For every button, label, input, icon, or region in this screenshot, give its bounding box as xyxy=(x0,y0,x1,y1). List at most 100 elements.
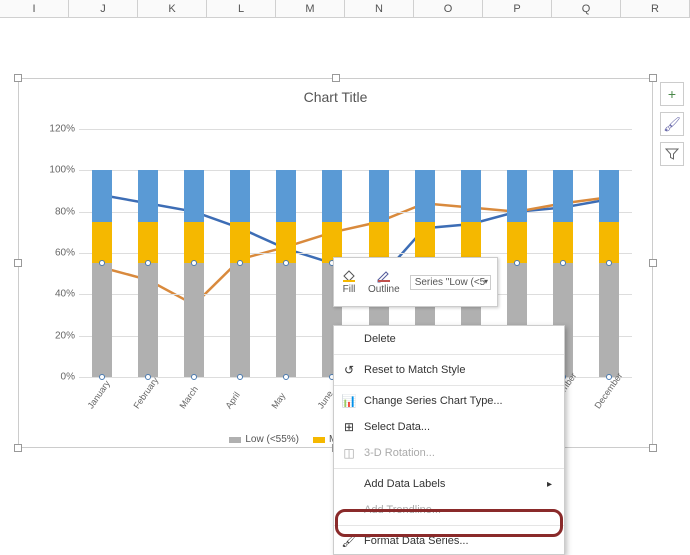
ctx-label: Format Data Series... xyxy=(364,535,469,547)
paint-bucket-icon xyxy=(340,269,358,283)
bar-segment[interactable] xyxy=(230,222,250,263)
ctx-label: Add Data Labels xyxy=(364,478,445,490)
bar-segment[interactable] xyxy=(230,263,250,377)
col-header[interactable]: N xyxy=(345,0,414,18)
bar-segment[interactable] xyxy=(553,170,573,222)
bar-group[interactable] xyxy=(184,129,204,377)
funnel-icon xyxy=(665,147,679,161)
context-menu: Delete ↺ Reset to Match Style 📊 Change Ser… xyxy=(333,325,565,555)
y-tick-label: 120% xyxy=(37,124,75,135)
bar-group[interactable] xyxy=(599,129,619,377)
plus-icon: + xyxy=(668,86,676,102)
chart-filters-button[interactable] xyxy=(660,142,684,166)
resize-handle[interactable] xyxy=(649,444,657,452)
col-header[interactable]: O xyxy=(414,0,483,18)
chart-title[interactable]: Chart Title xyxy=(19,89,652,105)
chart-side-buttons: + 🖌 xyxy=(660,82,684,166)
brush-icon: 🖌 xyxy=(663,116,681,133)
reset-icon: ↺ xyxy=(340,363,358,377)
bar-segment[interactable] xyxy=(92,170,112,222)
bar-segment[interactable] xyxy=(184,170,204,222)
bar-group[interactable] xyxy=(138,129,158,377)
series-selection-marker xyxy=(283,374,289,380)
bar-segment[interactable] xyxy=(138,170,158,222)
x-tick-label: January xyxy=(85,388,129,427)
bar-segment[interactable] xyxy=(507,222,527,263)
ctx-label: 3-D Rotation... xyxy=(364,447,435,459)
ctx-select-data[interactable]: ⊞ Select Data... xyxy=(334,414,564,440)
y-tick-label: 0% xyxy=(37,372,75,383)
bar-segment[interactable] xyxy=(276,222,296,263)
col-header[interactable]: R xyxy=(621,0,690,18)
ctx-format-data-series[interactable]: 🖌 Format Data Series... xyxy=(334,528,564,554)
column-headers: I J K L M N O P Q R xyxy=(0,0,690,18)
y-tick-label: 40% xyxy=(37,289,75,300)
ctx-reset-style[interactable]: ↺ Reset to Match Style xyxy=(334,357,564,383)
bar-segment[interactable] xyxy=(415,170,435,222)
resize-handle[interactable] xyxy=(649,259,657,267)
legend-item-low[interactable]: Low (<55%) xyxy=(229,434,299,445)
separator xyxy=(334,385,564,386)
col-header[interactable]: M xyxy=(276,0,345,18)
chart-elements-button[interactable]: + xyxy=(660,82,684,106)
bar-segment[interactable] xyxy=(276,263,296,377)
col-header[interactable]: K xyxy=(138,0,207,18)
chart-styles-button[interactable]: 🖌 xyxy=(660,112,684,136)
resize-handle[interactable] xyxy=(14,74,22,82)
ctx-label: Add Trendline... xyxy=(364,504,441,516)
ctx-change-chart-type[interactable]: 📊 Change Series Chart Type... xyxy=(334,388,564,414)
separator xyxy=(334,354,564,355)
bar-segment[interactable] xyxy=(461,170,481,222)
bar-segment[interactable] xyxy=(369,170,389,222)
resize-handle[interactable] xyxy=(14,259,22,267)
bar-segment[interactable] xyxy=(230,170,250,222)
series-selector-dropdown[interactable]: Series "Low (<5 xyxy=(410,275,491,290)
bar-segment[interactable] xyxy=(92,263,112,377)
bar-segment[interactable] xyxy=(184,263,204,377)
bar-group[interactable] xyxy=(276,129,296,377)
col-header[interactable]: J xyxy=(69,0,138,18)
col-header[interactable]: L xyxy=(207,0,276,18)
bar-segment[interactable] xyxy=(599,222,619,263)
resize-handle[interactable] xyxy=(14,444,22,452)
bar-segment[interactable] xyxy=(276,170,296,222)
resize-handle[interactable] xyxy=(649,74,657,82)
fill-button[interactable]: Fill xyxy=(340,269,358,295)
col-header[interactable]: P xyxy=(483,0,552,18)
bar-segment[interactable] xyxy=(138,222,158,263)
y-tick-label: 20% xyxy=(37,330,75,341)
bar-segment[interactable] xyxy=(599,263,619,377)
bar-group[interactable] xyxy=(92,129,112,377)
chart-type-icon: 📊 xyxy=(340,394,358,408)
ctx-delete[interactable]: Delete xyxy=(334,326,564,352)
ctx-add-data-labels[interactable]: Add Data Labels ▸ xyxy=(334,471,564,497)
resize-handle[interactable] xyxy=(332,74,340,82)
submenu-arrow-icon: ▸ xyxy=(547,479,552,490)
col-header[interactable]: Q xyxy=(552,0,621,18)
ctx-label: Select Data... xyxy=(364,421,430,433)
outline-label: Outline xyxy=(368,284,400,295)
fill-label: Fill xyxy=(343,284,356,295)
bar-segment[interactable] xyxy=(322,170,342,222)
ctx-label: Reset to Match Style xyxy=(364,364,466,376)
ctx-3d-rotation: ◫ 3-D Rotation... xyxy=(334,440,564,466)
col-header[interactable]: I xyxy=(0,0,69,18)
bar-segment[interactable] xyxy=(184,222,204,263)
format-icon: 🖌 xyxy=(340,534,358,548)
outline-button[interactable]: Outline xyxy=(368,269,400,295)
bar-segment[interactable] xyxy=(92,222,112,263)
ctx-add-trendline: Add Trendline... xyxy=(334,497,564,523)
y-tick-label: 60% xyxy=(37,248,75,259)
series-selection-marker xyxy=(191,374,197,380)
y-tick-label: 80% xyxy=(37,206,75,217)
cube-icon: ◫ xyxy=(340,446,358,460)
bar-segment[interactable] xyxy=(507,170,527,222)
bar-group[interactable] xyxy=(230,129,250,377)
bar-segment[interactable] xyxy=(599,170,619,222)
select-data-icon: ⊞ xyxy=(340,420,358,434)
series-selection-marker xyxy=(237,374,243,380)
bar-segment[interactable] xyxy=(553,222,573,263)
x-tick-label: February xyxy=(132,388,176,427)
bar-segment[interactable] xyxy=(138,263,158,377)
ctx-label: Change Series Chart Type... xyxy=(364,395,503,407)
